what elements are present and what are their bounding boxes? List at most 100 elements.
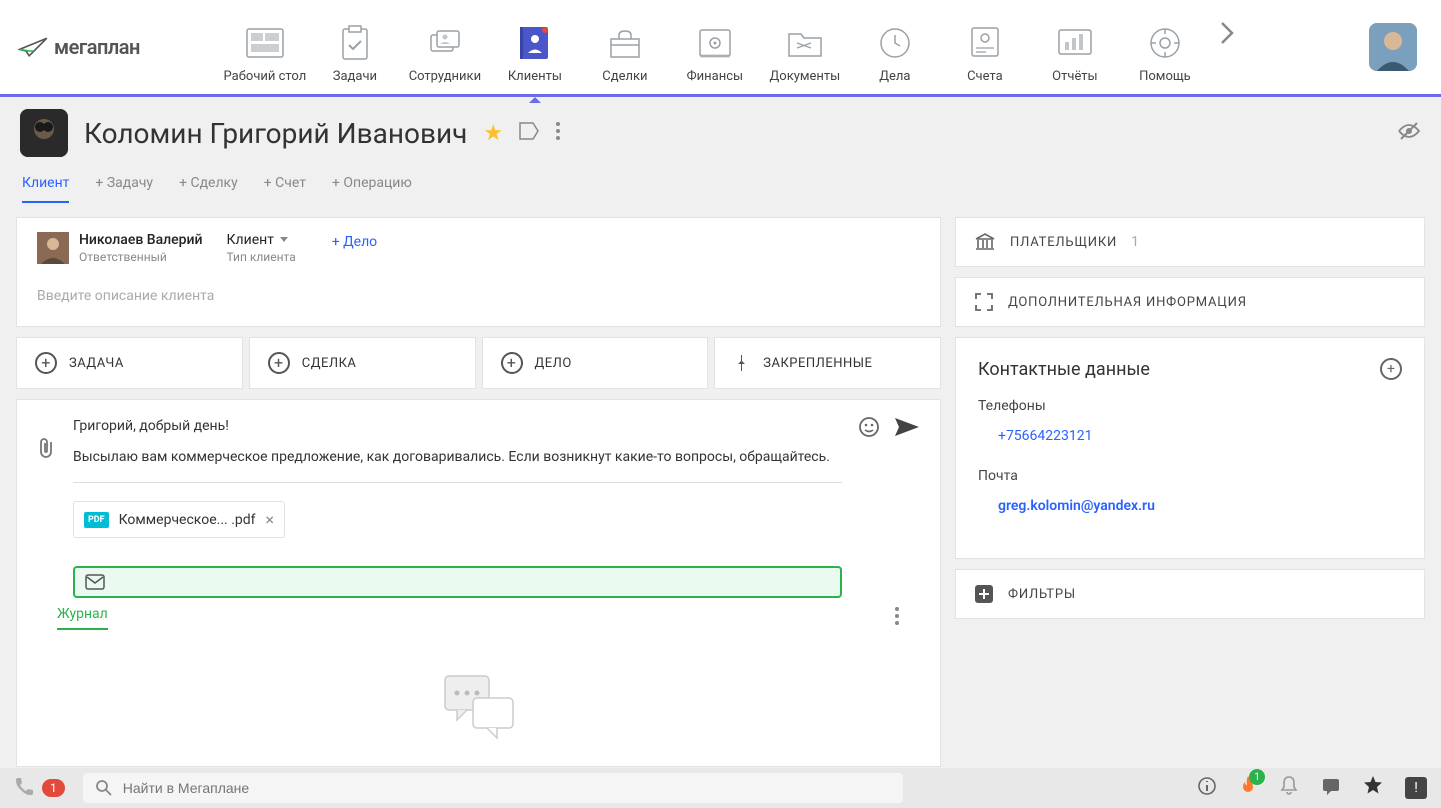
nav-employees[interactable]: Сотрудники — [400, 11, 490, 84]
nav-desktop[interactable]: Рабочий стол — [220, 11, 310, 84]
phone-icon[interactable] — [14, 776, 34, 800]
clients-icon — [513, 23, 557, 63]
responsible-role: Ответственный — [79, 250, 203, 264]
pin-icon — [733, 354, 751, 372]
client-avatar[interactable] — [20, 109, 68, 157]
nav-deals[interactable]: Сделки — [580, 11, 670, 84]
bank-icon — [974, 232, 996, 252]
subtab-add-deal[interactable]: + Сделку — [179, 175, 238, 203]
chevron-right-icon — [1218, 19, 1238, 47]
invoices-icon — [963, 23, 1007, 63]
flame-badge: 1 — [1249, 769, 1265, 785]
contacts-title: Контактные данные — [978, 359, 1150, 380]
reports-icon — [1053, 23, 1097, 63]
client-name: Коломин Григорий Иванович — [84, 117, 467, 150]
subtab-add-invoice[interactable]: + Счет — [264, 175, 306, 203]
mail-label: Почта — [978, 468, 1402, 484]
nav-label: Клиенты — [508, 69, 562, 84]
search-input[interactable] — [123, 780, 891, 796]
nav-more-arrow[interactable] — [1210, 11, 1246, 84]
nav-label: Помощь — [1139, 69, 1191, 84]
nav-documents[interactable]: Документы — [760, 11, 850, 84]
remove-attachment-icon[interactable]: × — [266, 510, 275, 529]
send-as-email-toggle[interactable] — [73, 566, 842, 598]
empty-journal-placeholder — [37, 630, 920, 750]
send-icon[interactable] — [894, 417, 920, 441]
filters-panel[interactable]: ФИЛЬТРЫ — [955, 569, 1425, 619]
add-delo-link[interactable]: + Дело — [332, 232, 377, 250]
main-content: Николаев Валерий Ответственный Клиент Ти… — [0, 203, 1441, 767]
tag-icon[interactable] — [519, 122, 539, 144]
client-type-dropdown[interactable]: Клиент Тип клиента — [227, 232, 296, 264]
more-menu-icon[interactable] — [555, 121, 561, 145]
subtab-client[interactable]: Клиент — [22, 175, 69, 203]
left-column: Николаев Валерий Ответственный Клиент Ти… — [16, 217, 941, 767]
nav-invoices[interactable]: Счета — [940, 11, 1030, 84]
nav-items: Рабочий стол Задачи Сотрудники Клиенты С… — [220, 11, 1369, 84]
right-column: ПЛАТЕЛЬЩИКИ 1 ДОПОЛНИТЕЛЬНАЯ ИНФОРМАЦИЯ … — [955, 217, 1425, 767]
nav-clients[interactable]: Клиенты — [490, 11, 580, 84]
chevron-down-icon — [280, 237, 288, 243]
attachment-chip[interactable]: PDF Коммерческое... .pdf × — [73, 501, 285, 538]
extra-info-panel[interactable]: ДОПОЛНИТЕЛЬНАЯ ИНФОРМАЦИЯ — [955, 277, 1425, 327]
action-label: ЗАДАЧА — [69, 356, 124, 371]
plus-circle-icon: + — [268, 352, 290, 374]
desktop-icon — [243, 23, 287, 63]
responsible-card: Николаев Валерий Ответственный Клиент Ти… — [16, 217, 941, 327]
subtabs: Клиент + Задачу + Сделку + Счет + Операц… — [20, 175, 1421, 203]
responsible-person[interactable]: Николаев Валерий Ответственный — [37, 232, 203, 264]
journal-row: Журнал — [37, 606, 920, 630]
phone-link[interactable]: +75664223121 — [998, 428, 1093, 444]
calls-badge[interactable]: 1 — [42, 779, 65, 797]
emoji-icon[interactable] — [858, 416, 880, 442]
star-icon[interactable] — [1363, 775, 1383, 801]
bottom-bar: 1 1 ! — [0, 768, 1441, 808]
affairs-icon — [873, 23, 917, 63]
panel-label: ПЛАТЕЛЬЩИКИ — [1010, 235, 1117, 250]
visibility-icon[interactable] — [1397, 121, 1421, 145]
add-task-button[interactable]: + ЗАДАЧА — [16, 337, 243, 389]
add-deal-button[interactable]: + СДЕЛКА — [249, 337, 476, 389]
compose-line-1: Григорий, добрый день! — [73, 416, 842, 437]
alert-box-icon[interactable]: ! — [1405, 777, 1427, 799]
documents-icon — [783, 23, 827, 63]
compose-textarea[interactable]: Григорий, добрый день! Высылаю вам комме… — [73, 416, 842, 598]
journal-tab[interactable]: Журнал — [57, 606, 108, 630]
nav-tasks[interactable]: Задачи — [310, 11, 400, 84]
header-title-row: Коломин Григорий Иванович ★ — [20, 109, 1421, 157]
add-delo-button[interactable]: + ДЕЛО — [482, 337, 709, 389]
client-description-input[interactable]: Введите описание клиента — [37, 288, 920, 304]
top-navigation: мегаплан Рабочий стол Задачи Сотрудники … — [0, 0, 1441, 97]
app-logo[interactable]: мегаплан — [18, 33, 140, 61]
responsible-avatar — [37, 232, 69, 264]
global-search[interactable] — [83, 773, 903, 803]
responsible-name: Николаев Валерий — [79, 232, 203, 248]
journal-more-icon[interactable] — [894, 606, 900, 630]
info-icon[interactable] — [1197, 776, 1217, 800]
subtab-add-task[interactable]: + Задачу — [95, 175, 153, 203]
favorite-star-icon[interactable]: ★ — [483, 121, 503, 146]
messages-icon[interactable] — [1321, 776, 1341, 800]
nav-label: Отчёты — [1052, 69, 1097, 84]
bottom-bar-icons: 1 ! — [1197, 775, 1427, 801]
plus-circle-icon: + — [35, 352, 57, 374]
nav-label: Финансы — [687, 69, 744, 84]
phones-label: Телефоны — [978, 398, 1402, 414]
pinned-button[interactable]: ЗАКРЕПЛЕННЫЕ — [714, 337, 941, 389]
bell-icon[interactable] — [1279, 775, 1299, 801]
email-link[interactable]: greg.kolomin@yandex.ru — [998, 498, 1155, 514]
nav-help[interactable]: Помощь — [1120, 11, 1210, 84]
nav-label: Дела — [879, 69, 910, 84]
add-contact-icon[interactable]: + — [1380, 358, 1402, 380]
flame-icon[interactable]: 1 — [1239, 775, 1257, 801]
pdf-badge-icon: PDF — [84, 512, 109, 528]
tasks-icon — [333, 23, 377, 63]
nav-reports[interactable]: Отчёты — [1030, 11, 1120, 84]
user-avatar[interactable] — [1369, 23, 1417, 71]
nav-affairs[interactable]: Дела — [850, 11, 940, 84]
payers-panel[interactable]: ПЛАТЕЛЬЩИКИ 1 — [955, 217, 1425, 267]
nav-label: Задачи — [333, 69, 377, 84]
subtab-add-operation[interactable]: + Операцию — [332, 175, 412, 203]
nav-finance[interactable]: Финансы — [670, 11, 760, 84]
attach-icon[interactable] — [37, 436, 57, 464]
